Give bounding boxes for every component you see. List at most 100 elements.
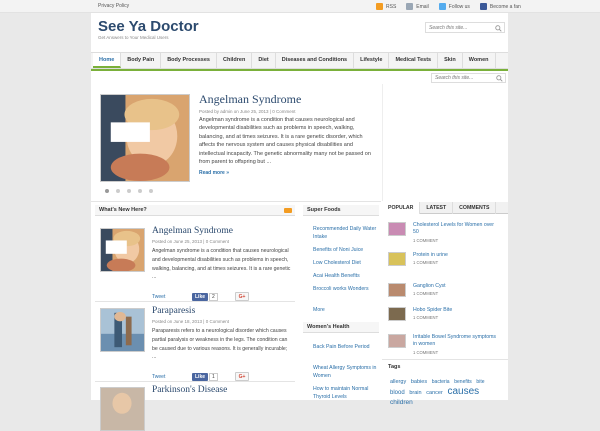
- tab-latest[interactable]: LATEST: [420, 202, 454, 214]
- nav-diet[interactable]: Diet: [252, 53, 276, 68]
- follow-label: Follow us: [448, 3, 470, 10]
- main-nav: Home Body Pain Body Processes Children D…: [91, 52, 508, 69]
- tag-link[interactable]: allergy: [390, 379, 406, 385]
- popular-title[interactable]: Irritable Bowel Syndrome symptoms in wom…: [413, 334, 496, 347]
- tag-link[interactable]: cancer: [426, 390, 443, 396]
- featured-image[interactable]: [100, 94, 190, 182]
- nav-diseases-and-conditions[interactable]: Diseases and Conditions: [276, 53, 355, 68]
- post-excerpt: Angelman syndrome is a condition that ca…: [152, 248, 291, 281]
- popular-title[interactable]: Ganglion Cyst: [413, 283, 446, 289]
- like-count: 2: [209, 292, 218, 301]
- sidebar-search: [431, 73, 506, 83]
- like-count: 1: [209, 372, 218, 381]
- post-meta: Posted on June 25, 2013 | 0 Comment: [152, 239, 229, 244]
- tweet-button[interactable]: Tweet: [152, 374, 165, 380]
- nav-women[interactable]: Women: [463, 53, 496, 68]
- popular-thumbnail[interactable]: [388, 252, 406, 266]
- site-title[interactable]: See Ya Doctor: [98, 18, 199, 35]
- popular-title[interactable]: Cholesterol Levels for Women over 50: [413, 222, 494, 235]
- tag-link[interactable]: causes: [447, 386, 479, 397]
- header-search: [425, 22, 505, 33]
- popular-thumbnail[interactable]: [388, 222, 406, 236]
- list-item[interactable]: How to maintain Normal Thyroid Levels: [313, 385, 377, 401]
- tag-link[interactable]: brain: [409, 390, 421, 396]
- like-label: Like: [192, 372, 209, 381]
- header-search-input[interactable]: [426, 23, 490, 32]
- nav-medical-tests[interactable]: Medical Tests: [389, 53, 439, 68]
- post-meta: Posted on June 18, 2013 | 0 Comment: [152, 319, 229, 324]
- rss-icon: [376, 3, 383, 10]
- popular-title[interactable]: Hobo Spider Bite: [413, 307, 452, 313]
- list-item[interactable]: Broccoli works Wonders: [313, 285, 377, 293]
- search-icon[interactable]: [496, 75, 503, 82]
- slider-dot[interactable]: [116, 189, 120, 193]
- like-button[interactable]: Like 2: [192, 292, 218, 301]
- nav-body-processes[interactable]: Body Processes: [161, 53, 217, 68]
- google-plus-button[interactable]: G+: [235, 372, 249, 381]
- rss-icon[interactable]: [284, 208, 292, 213]
- divider: [95, 301, 295, 302]
- divider: [91, 201, 381, 202]
- top-bar: Privacy Policy RSS Email Follow us Becom…: [0, 0, 600, 13]
- sidebar-search-input[interactable]: [432, 74, 492, 82]
- post-excerpt: Paraparesis refers to a neurological dis…: [152, 328, 288, 361]
- tag-link[interactable]: children: [390, 399, 413, 406]
- list-item[interactable]: Wheat Allergy Symptoms in Women: [313, 364, 377, 380]
- post-thumbnail[interactable]: [100, 387, 145, 431]
- list-item[interactable]: Recommended Daily Water Intake: [313, 225, 377, 241]
- post-thumbnail[interactable]: [100, 308, 145, 352]
- slider-dot[interactable]: [149, 189, 153, 193]
- twitter-link[interactable]: Follow us: [438, 3, 470, 10]
- divider: [95, 381, 295, 382]
- like-button[interactable]: Like 1: [192, 372, 218, 381]
- facebook-link[interactable]: Become a fan: [479, 3, 521, 10]
- tag-link[interactable]: babies: [411, 379, 427, 385]
- more-link[interactable]: More: [313, 306, 377, 314]
- post-thumbnail[interactable]: [100, 228, 145, 272]
- list-item[interactable]: Acai Health Benefits: [313, 272, 377, 280]
- popular-title[interactable]: Protein in urine: [413, 252, 448, 258]
- slider-dot[interactable]: [105, 189, 109, 193]
- tags-heading: Tags: [388, 364, 401, 370]
- tweet-button[interactable]: Tweet: [152, 294, 165, 300]
- nav-skin[interactable]: Skin: [438, 53, 463, 68]
- tag-link[interactable]: blood: [390, 390, 405, 396]
- tag-link[interactable]: benefits: [454, 379, 472, 385]
- slider-dots: [105, 189, 153, 193]
- post-title[interactable]: Angelman Syndrome: [152, 226, 233, 236]
- sidebar-tabs: POPULAR LATEST COMMENTS: [382, 202, 508, 214]
- slider-dot[interactable]: [127, 189, 131, 193]
- privacy-policy-link[interactable]: Privacy Policy: [98, 3, 129, 9]
- tag-link[interactable]: bite: [476, 379, 484, 385]
- featured-meta: Posted by admin on June 25, 2013 | 0 Com…: [199, 109, 296, 114]
- nav-home[interactable]: Home: [93, 53, 122, 68]
- tab-comments[interactable]: COMMENTS: [453, 202, 497, 214]
- tag-link[interactable]: bacteria: [432, 379, 450, 385]
- list-item[interactable]: Back Pain Before Period: [313, 343, 377, 351]
- social-links: RSS Email Follow us Become a fan: [376, 2, 521, 11]
- comment-count: 1 COMMENT: [413, 315, 439, 321]
- slider-dot[interactable]: [138, 189, 142, 193]
- read-more-link[interactable]: Read more »: [199, 170, 229, 176]
- featured-slider: Angelman Syndrome Posted by admin on Jun…: [95, 85, 380, 200]
- google-plus-button[interactable]: G+: [235, 292, 249, 301]
- email-icon: [406, 3, 414, 10]
- popular-thumbnail[interactable]: [388, 334, 406, 348]
- post-title[interactable]: Paraparesis: [152, 306, 195, 316]
- search-icon[interactable]: [495, 25, 502, 32]
- rss-link[interactable]: RSS: [376, 3, 396, 10]
- list-item[interactable]: Low Cholesterol Diet: [313, 259, 377, 267]
- tab-popular[interactable]: POPULAR: [382, 202, 421, 214]
- nav-lifestyle[interactable]: Lifestyle: [354, 53, 390, 68]
- popular-thumbnail[interactable]: [388, 307, 406, 321]
- nav-children[interactable]: Children: [217, 53, 253, 68]
- nav-body-pain[interactable]: Body Pain: [121, 53, 162, 68]
- featured-title[interactable]: Angelman Syndrome: [199, 92, 301, 107]
- popular-thumbnail[interactable]: [388, 283, 406, 297]
- list-item[interactable]: Benefits of Noni Juice: [313, 246, 377, 254]
- comment-count: 1 COMMENT: [413, 291, 439, 297]
- womens-health-heading: Women's Health: [303, 322, 379, 333]
- comment-count: 1 COMMENT: [413, 260, 439, 266]
- email-link[interactable]: Email: [406, 3, 429, 10]
- post-title[interactable]: Parkinson's Disease: [152, 385, 227, 395]
